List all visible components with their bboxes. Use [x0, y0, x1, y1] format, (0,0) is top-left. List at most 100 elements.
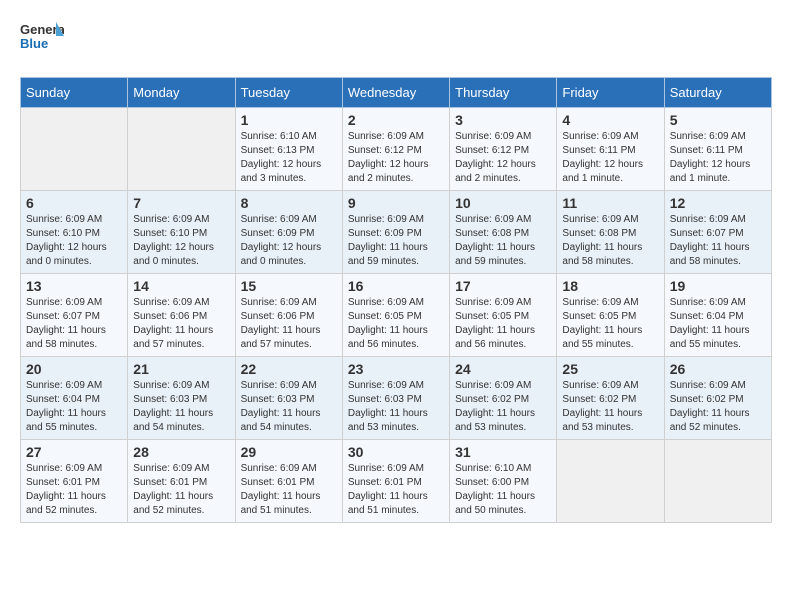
day-number: 27: [26, 444, 122, 460]
day-info: Sunrise: 6:09 AM Sunset: 6:09 PM Dayligh…: [348, 213, 444, 269]
calendar-cell: 18Sunrise: 6:09 AM Sunset: 6:05 PM Dayli…: [557, 274, 664, 357]
calendar-cell: 13 Sunrise: 6:09 AM Sunset: 6:07 PM Dayli…: [21, 274, 128, 357]
day-info: Sunrise: 6:09 AM Sunset: 6:03 PM Dayligh…: [348, 379, 444, 435]
day-number: 10: [455, 195, 551, 211]
weekday-header-thursday: Thursday: [450, 78, 557, 108]
calendar-cell: 28 Sunrise: 6:09 AM Sunset: 6:01 PM Dayli…: [128, 440, 235, 523]
day-number: 7: [133, 195, 229, 211]
calendar-cell: 11Sunrise: 6:09 AM Sunset: 6:08 PM Dayli…: [557, 191, 664, 274]
day-info: Sunrise: 6:10 AM Sunset: 6:00 PM Dayligh…: [455, 462, 551, 518]
day-number: 14: [133, 278, 229, 294]
header: General Blue: [20, 20, 772, 61]
weekday-header-saturday: Saturday: [664, 78, 771, 108]
calendar-cell: [664, 440, 771, 523]
calendar-cell: 7 Sunrise: 6:09 AM Sunset: 6:10 PM Daylig…: [128, 191, 235, 274]
week-row-5: 27 Sunrise: 6:09 AM Sunset: 6:01 PM Dayli…: [21, 440, 772, 523]
calendar-cell: 27 Sunrise: 6:09 AM Sunset: 6:01 PM Dayli…: [21, 440, 128, 523]
calendar-cell: 17 Sunrise: 6:09 AM Sunset: 6:05 PM Dayli…: [450, 274, 557, 357]
calendar-cell: 23 Sunrise: 6:09 AM Sunset: 6:03 PM Dayli…: [342, 357, 449, 440]
day-info: Sunrise: 6:09 AM Sunset: 6:04 PM Dayligh…: [26, 379, 122, 435]
day-info: Sunrise: 6:09 AM Sunset: 6:10 PM Dayligh…: [26, 213, 122, 269]
calendar-cell: 31 Sunrise: 6:10 AM Sunset: 6:00 PM Dayli…: [450, 440, 557, 523]
calendar-cell: 6 Sunrise: 6:09 AM Sunset: 6:10 PM Daylig…: [21, 191, 128, 274]
calendar-cell: 29 Sunrise: 6:09 AM Sunset: 6:01 PM Dayli…: [235, 440, 342, 523]
calendar-cell: 5Sunrise: 6:09 AM Sunset: 6:11 PM Daylig…: [664, 108, 771, 191]
day-info: Sunrise: 6:09 AM Sunset: 6:09 PM Dayligh…: [241, 213, 337, 269]
weekday-header-wednesday: Wednesday: [342, 78, 449, 108]
day-number: 20: [26, 361, 122, 377]
day-info: Sunrise: 6:09 AM Sunset: 6:11 PM Dayligh…: [562, 130, 658, 186]
day-info: Sunrise: 6:09 AM Sunset: 6:07 PM Dayligh…: [670, 213, 766, 269]
day-info: Sunrise: 6:09 AM Sunset: 6:01 PM Dayligh…: [241, 462, 337, 518]
calendar-cell: 22 Sunrise: 6:09 AM Sunset: 6:03 PM Dayli…: [235, 357, 342, 440]
day-number: 21: [133, 361, 229, 377]
day-info: Sunrise: 6:09 AM Sunset: 6:03 PM Dayligh…: [241, 379, 337, 435]
day-info: Sunrise: 6:09 AM Sunset: 6:05 PM Dayligh…: [455, 296, 551, 352]
calendar-cell: 21 Sunrise: 6:09 AM Sunset: 6:03 PM Dayli…: [128, 357, 235, 440]
week-row-3: 13 Sunrise: 6:09 AM Sunset: 6:07 PM Dayli…: [21, 274, 772, 357]
day-number: 9: [348, 195, 444, 211]
day-number: 22: [241, 361, 337, 377]
day-info: Sunrise: 6:09 AM Sunset: 6:02 PM Dayligh…: [455, 379, 551, 435]
day-number: 31: [455, 444, 551, 460]
week-row-1: 1 Sunrise: 6:10 AM Sunset: 6:13 PM Daylig…: [21, 108, 772, 191]
day-number: 4: [562, 112, 658, 128]
day-info: Sunrise: 6:09 AM Sunset: 6:01 PM Dayligh…: [26, 462, 122, 518]
day-number: 11: [562, 195, 658, 211]
weekday-header-friday: Friday: [557, 78, 664, 108]
calendar-cell: 12 Sunrise: 6:09 AM Sunset: 6:07 PM Dayli…: [664, 191, 771, 274]
calendar-cell: 19Sunrise: 6:09 AM Sunset: 6:04 PM Dayli…: [664, 274, 771, 357]
day-number: 18: [562, 278, 658, 294]
calendar-cell: 14Sunrise: 6:09 AM Sunset: 6:06 PM Dayli…: [128, 274, 235, 357]
day-number: 25: [562, 361, 658, 377]
day-info: Sunrise: 6:09 AM Sunset: 6:12 PM Dayligh…: [348, 130, 444, 186]
day-info: Sunrise: 6:09 AM Sunset: 6:11 PM Dayligh…: [670, 130, 766, 186]
day-number: 16: [348, 278, 444, 294]
day-number: 6: [26, 195, 122, 211]
calendar-cell: [128, 108, 235, 191]
weekday-header-tuesday: Tuesday: [235, 78, 342, 108]
calendar-cell: [557, 440, 664, 523]
day-info: Sunrise: 6:09 AM Sunset: 6:08 PM Dayligh…: [455, 213, 551, 269]
calendar-cell: 26Sunrise: 6:09 AM Sunset: 6:02 PM Dayli…: [664, 357, 771, 440]
day-info: Sunrise: 6:09 AM Sunset: 6:01 PM Dayligh…: [348, 462, 444, 518]
day-info: Sunrise: 6:09 AM Sunset: 6:01 PM Dayligh…: [133, 462, 229, 518]
calendar-cell: 20 Sunrise: 6:09 AM Sunset: 6:04 PM Dayli…: [21, 357, 128, 440]
day-info: Sunrise: 6:09 AM Sunset: 6:02 PM Dayligh…: [562, 379, 658, 435]
svg-text:Blue: Blue: [20, 36, 48, 51]
day-number: 12: [670, 195, 766, 211]
week-row-4: 20 Sunrise: 6:09 AM Sunset: 6:04 PM Dayli…: [21, 357, 772, 440]
calendar-cell: 2 Sunrise: 6:09 AM Sunset: 6:12 PM Daylig…: [342, 108, 449, 191]
day-number: 13: [26, 278, 122, 294]
day-info: Sunrise: 6:10 AM Sunset: 6:13 PM Dayligh…: [241, 130, 337, 186]
day-info: Sunrise: 6:09 AM Sunset: 6:07 PM Dayligh…: [26, 296, 122, 352]
weekday-header-monday: Monday: [128, 78, 235, 108]
calendar-cell: 24 Sunrise: 6:09 AM Sunset: 6:02 PM Dayli…: [450, 357, 557, 440]
day-number: 30: [348, 444, 444, 460]
calendar-cell: 16 Sunrise: 6:09 AM Sunset: 6:05 PM Dayli…: [342, 274, 449, 357]
day-number: 29: [241, 444, 337, 460]
weekday-header-row: SundayMondayTuesdayWednesdayThursdayFrid…: [21, 78, 772, 108]
day-info: Sunrise: 6:09 AM Sunset: 6:10 PM Dayligh…: [133, 213, 229, 269]
day-info: Sunrise: 6:09 AM Sunset: 6:03 PM Dayligh…: [133, 379, 229, 435]
day-number: 24: [455, 361, 551, 377]
calendar-cell: 10 Sunrise: 6:09 AM Sunset: 6:08 PM Dayli…: [450, 191, 557, 274]
day-number: 3: [455, 112, 551, 128]
day-number: 8: [241, 195, 337, 211]
day-info: Sunrise: 6:09 AM Sunset: 6:05 PM Dayligh…: [348, 296, 444, 352]
calendar-cell: 4 Sunrise: 6:09 AM Sunset: 6:11 PM Daylig…: [557, 108, 664, 191]
logo: General Blue: [20, 20, 68, 61]
week-row-2: 6 Sunrise: 6:09 AM Sunset: 6:10 PM Daylig…: [21, 191, 772, 274]
day-number: 19: [670, 278, 766, 294]
calendar-cell: 8 Sunrise: 6:09 AM Sunset: 6:09 PM Daylig…: [235, 191, 342, 274]
calendar-cell: 3 Sunrise: 6:09 AM Sunset: 6:12 PM Daylig…: [450, 108, 557, 191]
day-info: Sunrise: 6:09 AM Sunset: 6:12 PM Dayligh…: [455, 130, 551, 186]
day-number: 28: [133, 444, 229, 460]
day-number: 23: [348, 361, 444, 377]
day-number: 1: [241, 112, 337, 128]
calendar-table: SundayMondayTuesdayWednesdayThursdayFrid…: [20, 77, 772, 523]
day-number: 26: [670, 361, 766, 377]
calendar-cell: 25 Sunrise: 6:09 AM Sunset: 6:02 PM Dayli…: [557, 357, 664, 440]
day-number: 2: [348, 112, 444, 128]
day-number: 17: [455, 278, 551, 294]
